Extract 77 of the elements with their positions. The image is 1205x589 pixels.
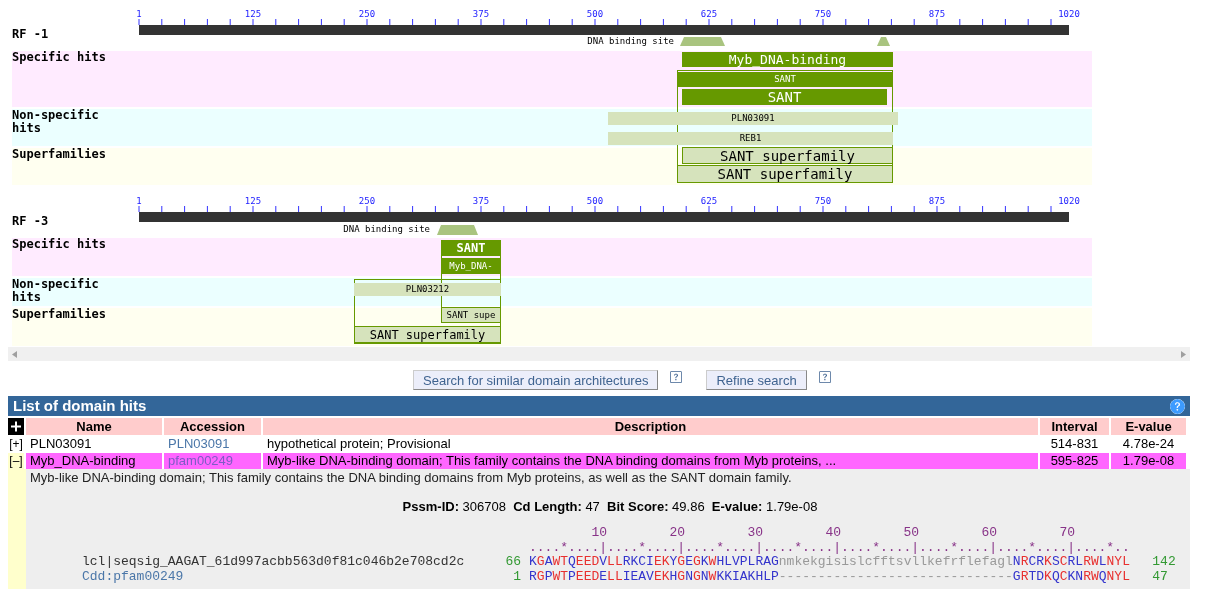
tick-label: 500: [586, 196, 604, 206]
tick-label: 875: [928, 196, 946, 206]
scale-number: 60: [980, 526, 997, 541]
domain-bar[interactable]: REB1: [608, 132, 893, 145]
sequence-label[interactable]: Cdd:pfam00249: [82, 569, 473, 584]
reading-frame-label: RF -1: [12, 26, 49, 43]
scale-marks: ....*....|....*....|....*....|....*....|....*....|....*....|....*....|....*..: [529, 540, 1131, 555]
column-header[interactable]: E-value: [1111, 418, 1186, 435]
horizontal-scrollbar[interactable]: [8, 347, 1190, 361]
hit-evalue: 1.79e-08: [1111, 453, 1186, 469]
panel-title: List of domain hits: [13, 395, 147, 416]
action-button[interactable]: Search for similar domain architectures: [413, 370, 659, 390]
sequence-end: 142: [1152, 555, 1177, 570]
binding-site-label: DNA binding site: [587, 36, 674, 47]
hit-interval: 595-825: [1040, 453, 1109, 469]
column-header[interactable]: Interval: [1040, 418, 1109, 435]
track-label: Superfamilies: [12, 308, 107, 321]
column-header[interactable]: Accession: [164, 418, 261, 435]
hit-description: Myb-like DNA-binding domain; This family contains the DNA binding domains from Myb proteins, ...: [263, 453, 1038, 469]
sequence-residues: RGPWTPEEDELLIEAVEKHGNGNWKKIAKHLP------------------------------GRTDKQCKNRWQNYL: [529, 569, 1131, 584]
domain-bar[interactable]: PLN03212: [354, 283, 501, 296]
domain-bar[interactable]: SANT superfamily: [677, 165, 893, 183]
column-header[interactable]: Description: [263, 418, 1038, 435]
hit-name[interactable]: Myb_DNA-binding: [26, 453, 162, 469]
tick-label: 1: [136, 196, 142, 206]
scale-number: 50: [902, 526, 919, 541]
binding-site-marker: [877, 37, 890, 46]
domain-bar[interactable]: PLN03091: [608, 112, 898, 125]
sequence-start: 66: [504, 555, 521, 570]
tick-label: 250: [358, 9, 376, 19]
row-toggle[interactable]: [–]: [8, 453, 24, 469]
tick-label: 1020: [1058, 9, 1080, 19]
track-label: Specific hits: [12, 51, 107, 64]
tick-label: 250: [358, 196, 376, 206]
track-label: Superfamilies: [12, 148, 107, 161]
tick-label: 1020: [1058, 196, 1080, 206]
sequence-residues: KGAWTQEEDVLLRKCIEKYGEGKWHLVPLRAGnmkekgisislcfftsvllkefrflefaglNRCRKSCRLRWLNYL: [529, 555, 1131, 570]
domain-bar[interactable]: SANT superfamily: [682, 147, 893, 164]
track-label: Non-specific hits: [12, 278, 100, 304]
scroll-right-icon[interactable]: [1181, 350, 1186, 358]
binding-site-marker: [437, 225, 478, 235]
track-label: Non-specific hits: [12, 109, 100, 135]
tick-label: 125: [244, 9, 262, 19]
tick-label: 750: [814, 9, 832, 19]
tick-label: 625: [700, 196, 718, 206]
domain-description: Myb-like DNA-binding domain; This family contains the DNA binding domains from Myb proteins, as well as the SANT domain family.: [30, 470, 793, 485]
row-toggle[interactable]: [+]: [8, 436, 24, 452]
reading-frame-label: RF -3: [12, 213, 49, 230]
tick-label: 375: [472, 9, 490, 19]
tick-label: 875: [928, 9, 946, 19]
help-icon[interactable]: [1170, 398, 1185, 414]
help-icon[interactable]: [818, 371, 831, 383]
expand-all-icon[interactable]: [8, 418, 24, 435]
action-button[interactable]: Refine search: [706, 370, 807, 390]
domain-stats: Pssm-ID: 306708 Cd Length: 47 Bit Score: 49.86 E-value: 1.79e-08: [401, 499, 819, 514]
scale-number: 70: [1058, 526, 1075, 541]
binding-site-label: DNA binding site: [343, 224, 430, 235]
scale-number: 20: [668, 526, 685, 541]
column-header[interactable]: Name: [26, 418, 162, 435]
domain-bar[interactable]: SANT superfamily: [354, 326, 501, 343]
help-icon[interactable]: [670, 371, 683, 383]
tick-label: 125: [244, 196, 262, 206]
tick-label: 375: [472, 196, 490, 206]
sequence-start: 1: [512, 569, 521, 584]
scale-number: 10: [590, 526, 607, 541]
tick-label: 1: [136, 9, 142, 19]
scroll-left-icon[interactable]: [12, 350, 17, 358]
binding-site-marker: [680, 37, 725, 46]
sequence-end: 47: [1152, 569, 1169, 584]
track-label: Specific hits: [12, 238, 107, 251]
tick-label: 750: [814, 196, 832, 206]
tick-label: 625: [700, 9, 718, 19]
sequence-label: lcl|seqsig_AAGAT_61d997acbb563d0f81c046b2e708cd2c: [82, 555, 466, 570]
scale-number: 30: [746, 526, 763, 541]
scale-number: 40: [824, 526, 841, 541]
domain-bar[interactable]: SANT supe: [441, 307, 501, 323]
tick-label: 500: [586, 9, 604, 19]
